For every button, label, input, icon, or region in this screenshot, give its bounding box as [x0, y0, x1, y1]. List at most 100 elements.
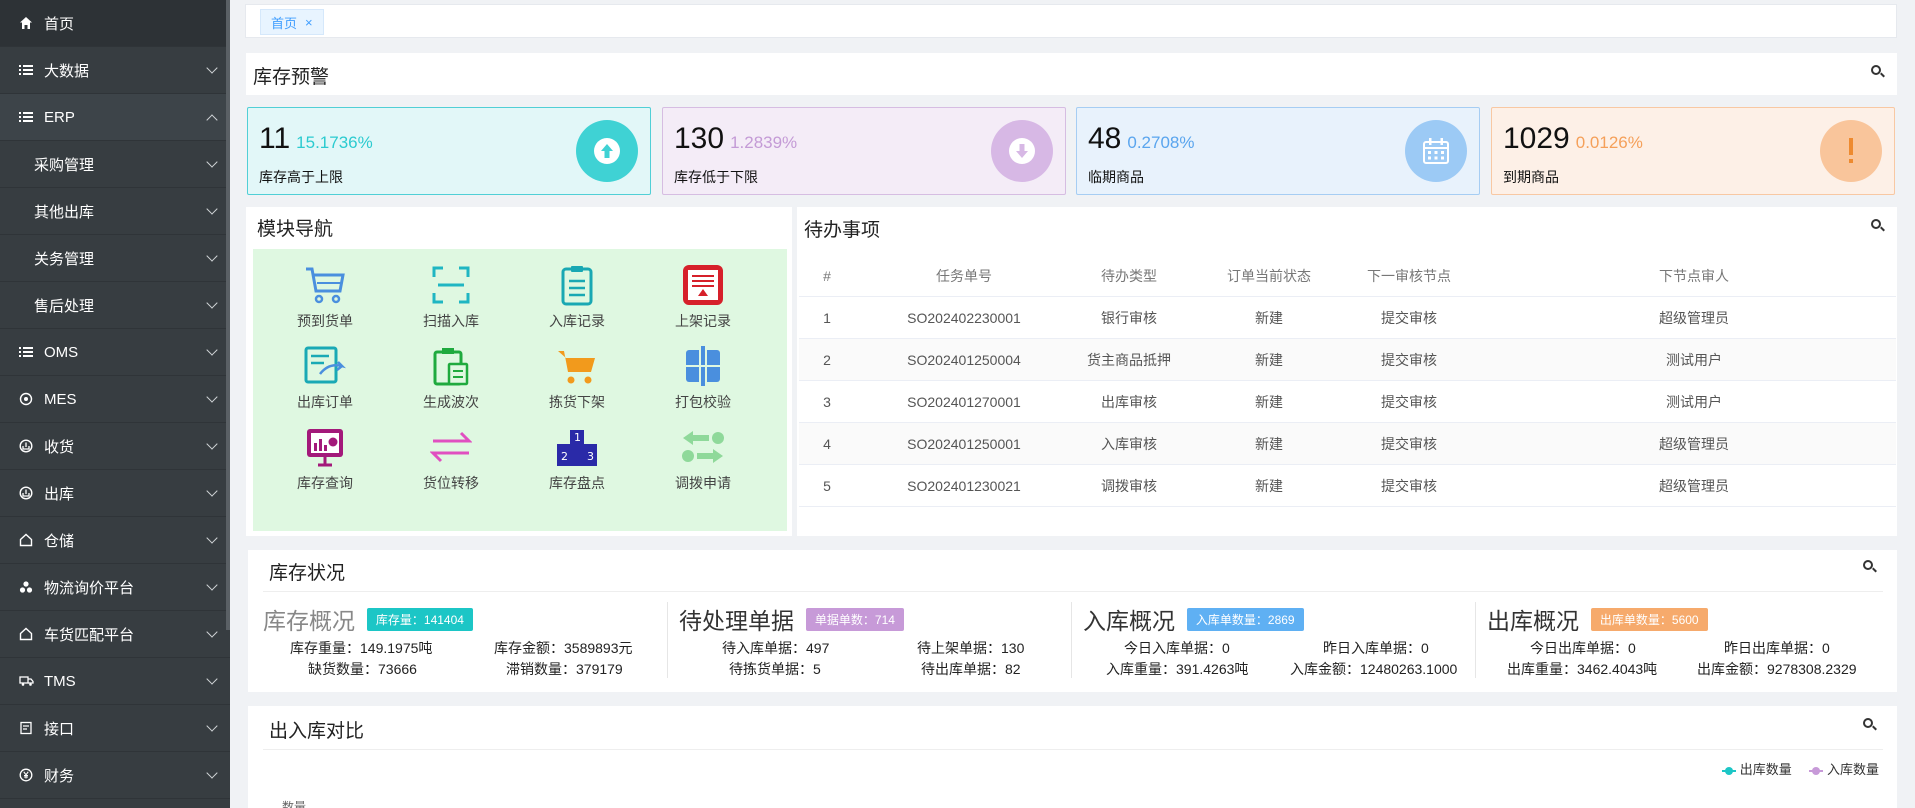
- module-package-check[interactable]: 打包校验: [643, 344, 763, 416]
- list-icon: [18, 62, 34, 78]
- table-row[interactable]: 4 SO202401250001 入库审核 新建 提交审核 超级管理员: [799, 423, 1896, 465]
- alert-card-expired[interactable]: 1029 0.0126% 到期商品: [1491, 107, 1895, 195]
- column-header: 任务单号: [936, 268, 992, 284]
- table-row[interactable]: 2 SO202401250004 货主商品抵押 新建 提交审核 测试用户: [799, 339, 1896, 381]
- table-cell: 新建: [1255, 436, 1283, 452]
- sidebar-item-label: TMS: [44, 672, 76, 690]
- divider: [263, 591, 1883, 592]
- sidebar-item-other-outbound[interactable]: 其他出库: [0, 188, 230, 235]
- alert-card-near-expiry[interactable]: 48 0.2708% 临期商品: [1076, 107, 1480, 195]
- svg-text:3: 3: [587, 450, 594, 463]
- table-cell: 新建: [1255, 310, 1283, 326]
- chevron-up-icon: [206, 114, 218, 126]
- module-location-transfer[interactable]: 货位转移: [391, 425, 511, 497]
- alert-card-above-max[interactable]: 11 15.1736% 库存高于上限: [247, 107, 651, 195]
- table-cell: SO202402230001: [907, 310, 1021, 326]
- arrow-up-circle-icon: [576, 120, 638, 182]
- search-icon[interactable]: [1871, 219, 1885, 233]
- sidebar-item-label: ERP: [44, 108, 75, 126]
- sidebar-item-erp[interactable]: ERP: [0, 94, 230, 141]
- chevron-down-icon: [206, 485, 218, 497]
- legend-label[interactable]: 入库数量: [1827, 762, 1879, 777]
- divider: [1071, 602, 1072, 678]
- stock-alert-header: 库存预警: [246, 53, 1897, 95]
- sidebar-item-purchase[interactable]: 采购管理: [0, 141, 230, 188]
- sidebar: 首页 大数据 ERP 采购管理 其他出库 关务管理 售后处理 OMS MES 收…: [0, 0, 230, 808]
- module-shelf-record[interactable]: 上架记录: [643, 263, 763, 335]
- alert-percent: 0.0126%: [1575, 133, 1643, 152]
- search-icon[interactable]: [1863, 718, 1877, 732]
- sidebar-item-label: 采购管理: [34, 156, 95, 174]
- alert-card-below-min[interactable]: 130 1.2839% 库存低于下限: [662, 107, 1066, 195]
- search-icon[interactable]: [1871, 65, 1885, 79]
- sidebar-item-customs[interactable]: 关务管理: [0, 235, 230, 282]
- module-label: 拣货下架: [549, 394, 605, 410]
- module-stocktaking[interactable]: 12 3 库存盘点: [517, 425, 637, 497]
- y-axis-label: 数量: [282, 800, 307, 808]
- chevron-down-icon: [206, 391, 218, 403]
- panel-title: 模块导航: [257, 219, 334, 240]
- module-stock-query[interactable]: 库存查询: [265, 425, 385, 497]
- sidebar-item-bigdata[interactable]: 大数据: [0, 47, 230, 94]
- module-label: 生成波次: [423, 394, 479, 410]
- legend-label[interactable]: 出库数量: [1740, 762, 1792, 777]
- chart-legend: 出库数量 入库数量: [1722, 759, 1879, 778]
- sidebar-item-oms[interactable]: OMS: [0, 329, 230, 376]
- table-cell: 测试用户: [1666, 394, 1722, 410]
- outbound-overview-block: 出库概况 出库单数量：5600 今日出库单据：0 昨日出库单据：0 出库重量：3…: [1487, 602, 1887, 684]
- table-cell: 超级管理员: [1659, 436, 1729, 452]
- close-icon[interactable]: ×: [305, 15, 313, 30]
- sidebar-scrollbar[interactable]: [226, 0, 230, 630]
- divider: [667, 602, 668, 678]
- module-transfer-request[interactable]: 调拨申请: [643, 425, 763, 497]
- sidebar-item-label: 财务: [44, 767, 75, 785]
- sidebar-item-finance[interactable]: 财务: [0, 752, 230, 799]
- sidebar-item-interface[interactable]: 接口: [0, 705, 230, 752]
- stat-text: 待入库单据：497: [722, 640, 830, 656]
- table-cell: SO202401230021: [907, 478, 1021, 494]
- module-grid: 预到货单 扫描入库 入库记录 上架记录 出库订单 生成波次 拣货下架 打包校验 …: [253, 249, 787, 531]
- chevron-down-icon: [206, 626, 218, 638]
- module-label: 上架记录: [675, 313, 731, 329]
- table-row[interactable]: 1 SO202402230001 银行审核 新建 提交审核 超级管理员: [799, 297, 1896, 339]
- table-cell: 提交审核: [1381, 478, 1437, 494]
- tab-home[interactable]: 首页 ×: [260, 9, 324, 35]
- module-picking[interactable]: 拣货下架: [517, 344, 637, 416]
- table-header-row: # 任务单号 待办类型 订单当前状态 下一审核节点 下节点审人: [799, 255, 1896, 297]
- search-icon[interactable]: [1863, 560, 1877, 574]
- block-title: 出库概况: [1487, 608, 1579, 634]
- sidebar-item-storage[interactable]: 仓储: [0, 517, 230, 564]
- sidebar-item-label: 大数据: [44, 62, 90, 80]
- table-cell: 新建: [1255, 352, 1283, 368]
- list-icon: [18, 344, 34, 360]
- picking-cart-icon: [555, 344, 599, 388]
- module-pre-arrival[interactable]: 预到货单: [265, 263, 385, 335]
- exchange-icon: [681, 425, 725, 469]
- table-cell: 1: [823, 310, 831, 326]
- alert-count-value: 11: [259, 122, 291, 155]
- module-generate-wave[interactable]: 生成波次: [391, 344, 511, 416]
- sidebar-item-outbound[interactable]: 出库: [0, 470, 230, 517]
- sidebar-item-mes[interactable]: MES: [0, 376, 230, 423]
- stat-text: 待拣货单据：5: [729, 661, 821, 677]
- calendar-icon: [1405, 120, 1467, 182]
- module-scan-inbound[interactable]: 扫描入库: [391, 263, 511, 335]
- chevron-down-icon: [206, 673, 218, 685]
- module-outbound-order[interactable]: 出库订单: [265, 344, 385, 416]
- sidebar-item-tms[interactable]: TMS: [0, 658, 230, 705]
- panel-title: 待办事项: [804, 220, 881, 241]
- block-title: 库存概况: [263, 608, 355, 634]
- sidebar-item-logistics-quote[interactable]: 物流询价平台: [0, 564, 230, 611]
- sidebar-item-vehicle-match[interactable]: 车货匹配平台: [0, 611, 230, 658]
- table-row[interactable]: 3 SO202401270001 出库审核 新建 提交审核 测试用户: [799, 381, 1896, 423]
- module-label: 扫描入库: [423, 313, 479, 329]
- sidebar-item-receiving[interactable]: 收货: [0, 423, 230, 470]
- table-cell: 测试用户: [1666, 352, 1722, 368]
- module-inbound-record[interactable]: 入库记录: [517, 263, 637, 335]
- stat-text: 昨日出库单据：0: [1724, 640, 1830, 656]
- sidebar-item-home[interactable]: 首页: [0, 0, 230, 47]
- table-cell: 提交审核: [1381, 352, 1437, 368]
- sidebar-item-after-sales[interactable]: 售后处理: [0, 282, 230, 329]
- table-row[interactable]: 5 SO202401230021 调拨审核 新建 提交审核 超级管理员: [799, 465, 1896, 507]
- stat-text: 今日出库单据：0: [1530, 640, 1636, 656]
